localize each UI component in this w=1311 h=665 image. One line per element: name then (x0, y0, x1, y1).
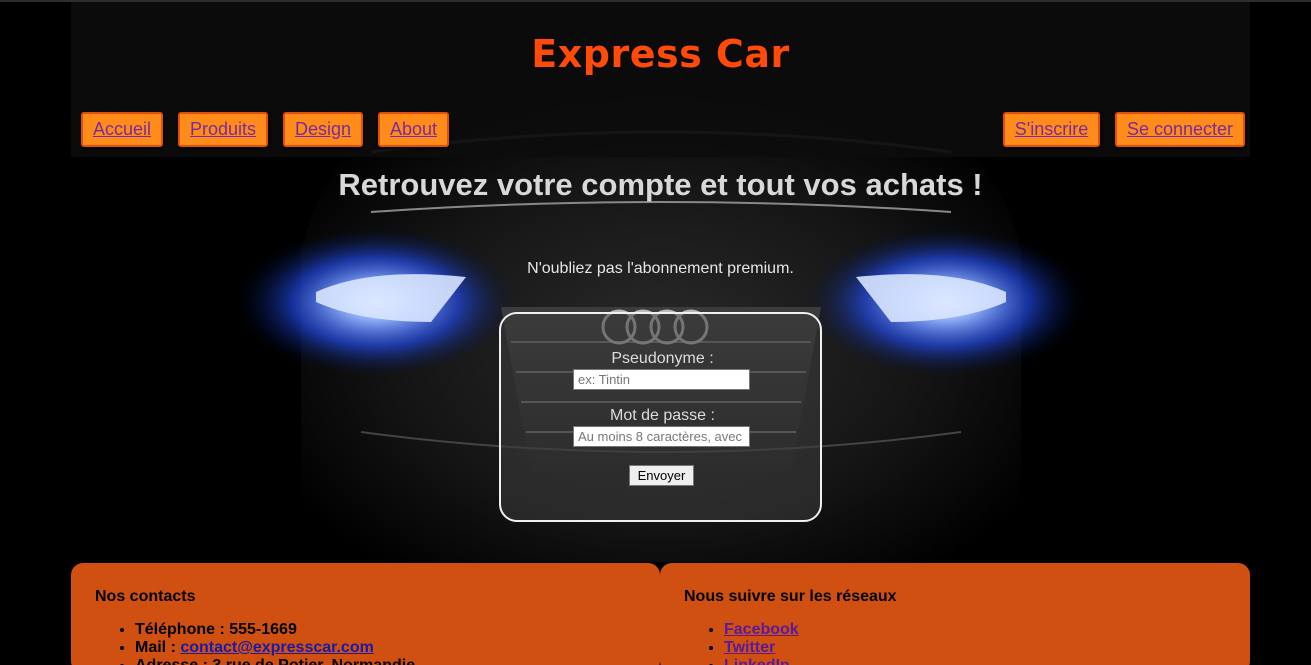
facebook-link[interactable]: Facebook (724, 621, 799, 638)
footer-contacts-card: Nos contacts Téléphone : 555-1669 Mail :… (71, 563, 660, 665)
footer-social-title: Nous suivre sur les réseaux (684, 588, 897, 605)
site-header: Express Car Accueil Produits Design Abou… (71, 2, 1250, 157)
linkedin-link[interactable]: LinkedIn (724, 657, 790, 665)
footer-social-card: Nous suivre sur les réseaux Facebook Twi… (660, 563, 1250, 665)
nav-design-button[interactable]: Design (283, 112, 363, 147)
nav-accueil-button[interactable]: Accueil (81, 112, 163, 147)
hero-title: Retrouvez votre compte et tout vos achat… (338, 167, 983, 202)
password-label: Mot de passe : (610, 407, 715, 424)
contacts-list: Téléphone : 555-1669 Mail : contact@expr… (135, 621, 415, 665)
nav-about-button[interactable]: About (378, 112, 449, 147)
username-input[interactable] (573, 369, 750, 390)
social-item-linkedin: LinkedIn (724, 657, 799, 665)
contact-mail-label: Mail : (135, 639, 181, 656)
footer-contacts-title: Nos contacts (95, 588, 196, 605)
submit-button[interactable]: Envoyer (629, 465, 694, 486)
login-form: Pseudonyme : Mot de passe : Envoyer (499, 312, 822, 522)
contact-address: Adresse : 3 rue de Potier, Normandie (135, 657, 415, 665)
password-input[interactable] (573, 426, 750, 447)
contact-mail-link[interactable]: contact@expresscar.com (180, 639, 373, 656)
social-item-facebook: Facebook (724, 621, 799, 639)
nav-signup-button[interactable]: S'inscrire (1003, 112, 1100, 147)
username-label: Pseudonyme : (611, 350, 714, 367)
nav-produits-button[interactable]: Produits (178, 112, 268, 147)
brand-title: Express Car (531, 32, 790, 76)
page-container: Express Car Accueil Produits Design Abou… (71, 2, 1250, 665)
contact-phone: Téléphone : 555-1669 (135, 621, 415, 639)
social-list: Facebook Twitter LinkedIn (724, 621, 799, 665)
nav-login-button[interactable]: Se connecter (1115, 112, 1245, 147)
social-item-twitter: Twitter (724, 639, 799, 657)
twitter-link[interactable]: Twitter (724, 639, 775, 656)
contact-mail: Mail : contact@expresscar.com (135, 639, 415, 657)
hero-subtitle: N'oubliez pas l'abonnement premium. (527, 260, 794, 277)
